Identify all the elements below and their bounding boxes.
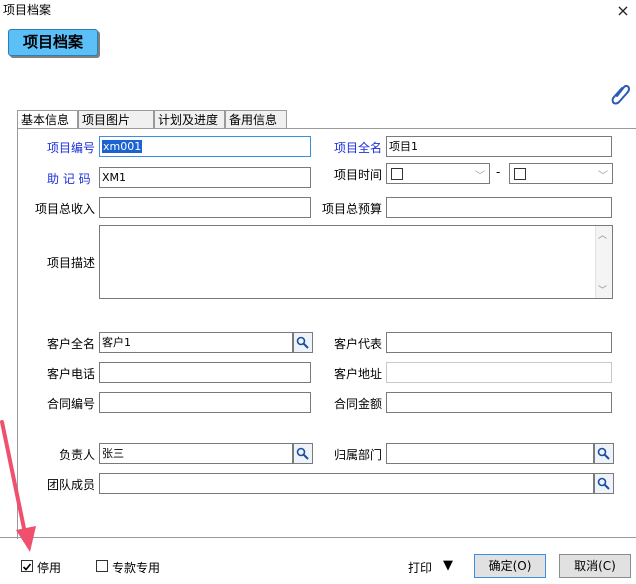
total-budget-input[interactable]: [386, 197, 612, 218]
page-title: 项目档案: [8, 29, 98, 56]
ok-button[interactable]: 确定(O): [474, 554, 546, 578]
mnemonic-label: 助 记 码: [47, 172, 91, 186]
team-members-lookup-button[interactable]: [594, 473, 614, 494]
print-dropdown-icon[interactable]: ▼: [443, 558, 453, 573]
description-textarea[interactable]: ︿ ﹀: [99, 225, 613, 299]
customer-phone-input[interactable]: [99, 362, 311, 383]
total-budget-label: 项目总预算: [322, 202, 383, 216]
window-title: 项目档案: [3, 3, 52, 17]
project-code-label: 项目编号: [47, 141, 96, 155]
total-income-input[interactable]: [99, 197, 311, 218]
contract-no-input[interactable]: [99, 392, 311, 413]
contract-amount-input[interactable]: [386, 392, 612, 413]
description-scrollbar[interactable]: ︿ ﹀: [595, 226, 612, 298]
department-input[interactable]: [386, 443, 594, 464]
team-members-input[interactable]: [99, 473, 594, 494]
customer-address-input[interactable]: [386, 362, 612, 383]
customer-fullname-label: 客户全名: [47, 337, 96, 351]
manager-lookup-button[interactable]: [293, 443, 313, 464]
tab-backup-info[interactable]: 备用信息: [225, 110, 287, 128]
customer-rep-input[interactable]: [386, 332, 612, 353]
disable-checkbox[interactable]: [21, 560, 33, 572]
tab-plan-progress[interactable]: 计划及进度: [154, 110, 225, 128]
print-button[interactable]: 打印: [408, 559, 432, 576]
mnemonic-input[interactable]: XM1: [99, 167, 311, 188]
team-members-label: 团队成员: [47, 478, 96, 492]
date-separator: -: [496, 165, 501, 179]
department-lookup-button[interactable]: [594, 443, 614, 464]
search-icon: [296, 336, 309, 349]
department-label: 归属部门: [334, 448, 383, 462]
customer-lookup-button[interactable]: [293, 332, 313, 353]
scroll-up-icon[interactable]: ︿: [598, 228, 607, 241]
contract-amount-label: 合同金额: [334, 397, 383, 411]
tab-project-images[interactable]: 项目图片: [78, 110, 154, 128]
footer-divider: [0, 537, 636, 538]
paperclip-icon[interactable]: [610, 82, 632, 106]
manager-label: 负责人: [59, 448, 96, 462]
tab-basic-info[interactable]: 基本信息: [17, 110, 78, 129]
search-icon: [597, 447, 610, 460]
disable-label: 停用: [37, 561, 62, 575]
project-time-label: 项目时间: [334, 168, 383, 182]
annotation-arrow-icon: [0, 420, 36, 552]
search-icon: [597, 477, 610, 490]
total-income-label: 项目总收入: [35, 202, 96, 216]
manager-input[interactable]: 张三: [99, 443, 293, 464]
start-date-checkbox[interactable]: [391, 168, 403, 180]
chevron-down-icon[interactable]: ﹀: [475, 167, 485, 182]
project-fullname-input[interactable]: 项目1: [386, 136, 612, 157]
description-label: 项目描述: [47, 256, 96, 270]
dedicated-fund-label: 专款专用: [112, 561, 161, 575]
cancel-button[interactable]: 取消(C): [559, 554, 631, 578]
project-end-date[interactable]: ﹀: [509, 163, 613, 184]
project-fullname-label: 项目全名: [334, 141, 383, 155]
scroll-down-icon[interactable]: ﹀: [598, 283, 607, 296]
search-icon: [296, 447, 309, 460]
customer-address-label: 客户地址: [334, 367, 383, 381]
customer-phone-label: 客户电话: [47, 367, 96, 381]
contract-no-label: 合同编号: [47, 397, 96, 411]
chevron-down-icon[interactable]: ﹀: [598, 167, 608, 182]
dedicated-fund-checkbox[interactable]: [96, 560, 108, 572]
end-date-checkbox[interactable]: [514, 168, 526, 180]
close-button[interactable]: ×: [614, 2, 632, 20]
customer-fullname-input[interactable]: 客户1: [99, 332, 293, 353]
project-code-input[interactable]: xm001: [99, 136, 311, 157]
checkmark-icon: [22, 563, 32, 571]
project-start-date[interactable]: ﹀: [386, 163, 490, 184]
customer-rep-label: 客户代表: [334, 337, 383, 351]
